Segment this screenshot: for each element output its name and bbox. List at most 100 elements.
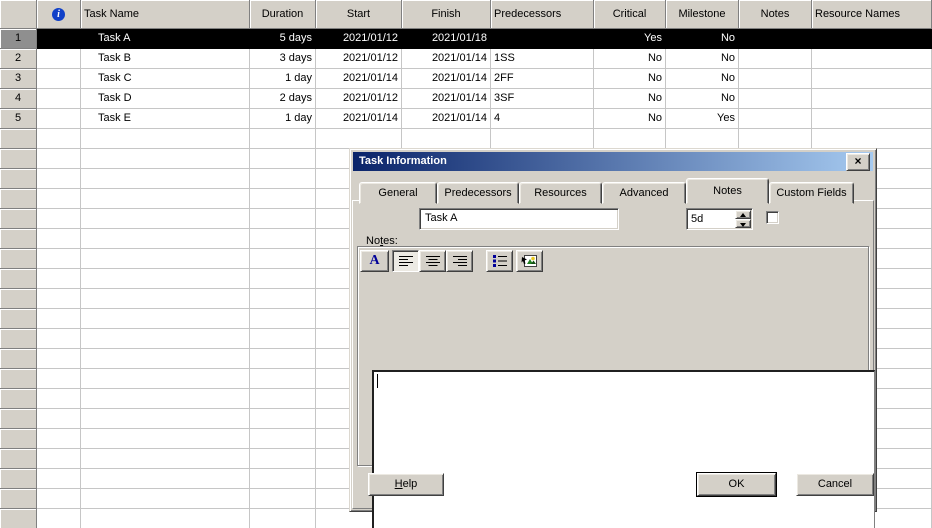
column-header-name[interactable]: Task Name [81, 0, 250, 29]
cell-info[interactable] [37, 329, 81, 349]
cell-milestone[interactable]: No [666, 49, 739, 69]
row-header[interactable]: 3 [0, 69, 37, 89]
cell-info[interactable] [37, 89, 81, 109]
cell-resource[interactable] [812, 69, 932, 89]
cell-name[interactable] [81, 169, 250, 189]
cell-duration[interactable] [250, 429, 316, 449]
cell-finish[interactable] [402, 129, 491, 149]
row-header[interactable] [0, 289, 37, 309]
row-header[interactable] [0, 229, 37, 249]
row-header[interactable] [0, 209, 37, 229]
cell-info[interactable] [37, 209, 81, 229]
cell-duration[interactable]: 3 days [250, 49, 316, 69]
row-header[interactable] [0, 269, 37, 289]
column-header-info[interactable]: i [37, 0, 81, 29]
cell-info[interactable] [37, 509, 81, 528]
cell-name[interactable]: Task D [81, 89, 250, 109]
tab-predecessors[interactable]: Predecessors [437, 182, 519, 204]
cell-resource[interactable] [812, 29, 932, 49]
cell-duration[interactable]: 2 days [250, 89, 316, 109]
cell-name[interactable] [81, 509, 250, 528]
cell-milestone[interactable]: No [666, 69, 739, 89]
cell-duration[interactable] [250, 409, 316, 429]
cell-finish[interactable]: 2021/01/18 [402, 29, 491, 49]
cell-duration[interactable] [250, 269, 316, 289]
cell-start[interactable]: 2021/01/14 [316, 109, 402, 129]
cell-predecessors[interactable]: 1SS [491, 49, 594, 69]
row-header[interactable]: 5 [0, 109, 37, 129]
cell-notes[interactable] [739, 89, 812, 109]
notes-textarea[interactable] [372, 370, 875, 528]
cell-critical[interactable]: No [594, 109, 666, 129]
cell-duration[interactable] [250, 209, 316, 229]
cell-start[interactable]: 2021/01/12 [316, 29, 402, 49]
row-header[interactable] [0, 189, 37, 209]
row-header[interactable] [0, 469, 37, 489]
cell-start[interactable]: 2021/01/14 [316, 69, 402, 89]
cell-name[interactable]: Task C [81, 69, 250, 89]
tab-general[interactable]: General [359, 182, 437, 204]
cell-start[interactable]: 2021/01/12 [316, 49, 402, 69]
row-header[interactable] [0, 329, 37, 349]
cell-name[interactable] [81, 249, 250, 269]
cell-name[interactable] [81, 309, 250, 329]
cell-duration[interactable] [250, 309, 316, 329]
column-header-milestone[interactable]: Milestone [666, 0, 739, 29]
cell-info[interactable] [37, 129, 81, 149]
cell-duration[interactable] [250, 489, 316, 509]
cell-name[interactable] [81, 469, 250, 489]
format-font-button[interactable]: A [360, 250, 389, 272]
tab-notes[interactable]: Notes [686, 178, 769, 204]
cell-info[interactable] [37, 29, 81, 49]
cell-duration[interactable] [250, 289, 316, 309]
cell-resource[interactable] [812, 129, 932, 149]
row-header[interactable] [0, 249, 37, 269]
cell-info[interactable] [37, 49, 81, 69]
cell-name[interactable] [81, 409, 250, 429]
cell-info[interactable] [37, 429, 81, 449]
cell-info[interactable] [37, 369, 81, 389]
cell-info[interactable] [37, 349, 81, 369]
column-header-predecessors[interactable]: Predecessors [491, 0, 594, 29]
cell-predecessors[interactable]: 4 [491, 109, 594, 129]
task-name-input[interactable]: Task A [419, 208, 619, 230]
cell-duration[interactable]: 1 day [250, 109, 316, 129]
duration-spinner[interactable]: 5d [686, 208, 753, 230]
tab-resources[interactable]: Resources [519, 182, 602, 204]
cell-critical[interactable]: No [594, 69, 666, 89]
cell-info[interactable] [37, 189, 81, 209]
row-header[interactable] [0, 449, 37, 469]
cell-resource[interactable] [812, 109, 932, 129]
cell-name[interactable] [81, 289, 250, 309]
cell-critical[interactable]: No [594, 49, 666, 69]
cell-duration[interactable] [250, 189, 316, 209]
cell-duration[interactable] [250, 129, 316, 149]
cell-info[interactable] [37, 229, 81, 249]
cell-milestone[interactable]: No [666, 29, 739, 49]
row-header[interactable] [0, 409, 37, 429]
cell-name[interactable] [81, 389, 250, 409]
row-header[interactable] [0, 509, 37, 528]
row-header[interactable] [0, 129, 37, 149]
cell-info[interactable] [37, 269, 81, 289]
cell-predecessors[interactable]: 2FF [491, 69, 594, 89]
cell-milestone[interactable] [666, 129, 739, 149]
cell-info[interactable] [37, 409, 81, 429]
spin-up-button[interactable] [735, 210, 751, 219]
cell-info[interactable] [37, 309, 81, 329]
cell-duration[interactable] [250, 229, 316, 249]
help-button[interactable]: Help [368, 473, 444, 496]
cell-name[interactable] [81, 209, 250, 229]
row-header[interactable] [0, 389, 37, 409]
cell-info[interactable] [37, 289, 81, 309]
cell-critical[interactable]: Yes [594, 29, 666, 49]
column-header-resource[interactable]: Resource Names [812, 0, 932, 29]
column-header-critical[interactable]: Critical [594, 0, 666, 29]
cell-info[interactable] [37, 69, 81, 89]
cell-milestone[interactable]: Yes [666, 109, 739, 129]
cell-duration[interactable] [250, 509, 316, 528]
estimated-checkbox[interactable] [766, 211, 779, 224]
row-header[interactable] [0, 309, 37, 329]
tab-custom-fields[interactable]: Custom Fields [769, 182, 854, 204]
cell-info[interactable] [37, 249, 81, 269]
